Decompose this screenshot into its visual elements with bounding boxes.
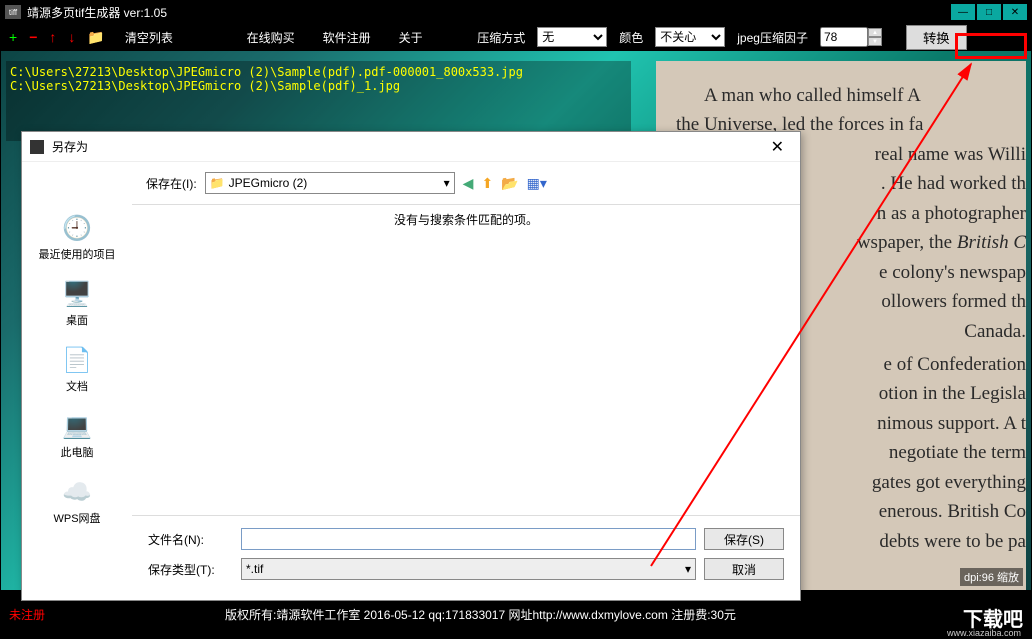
move-down-icon[interactable]: ↓: [68, 29, 75, 45]
compression-select[interactable]: 无: [537, 27, 607, 47]
unregistered-label: 未注册: [9, 606, 45, 623]
file-list-item[interactable]: C:\Users\27213\Desktop\JPEGmicro (2)\Sam…: [10, 79, 627, 93]
folder-icon: 📁: [210, 176, 225, 190]
save-button[interactable]: 保存(S): [704, 528, 784, 550]
no-match-message: 没有与搜索条件匹配的项。: [394, 213, 538, 227]
minimize-button[interactable]: —: [951, 4, 975, 20]
dialog-close-button[interactable]: ✕: [763, 137, 792, 157]
recent-items-icon: 🕘: [61, 212, 93, 244]
sidebar-item-this-pc[interactable]: 💻 此电脑: [61, 410, 94, 460]
window-close-button[interactable]: ✕: [1003, 4, 1027, 20]
toolbar: + − ↑ ↓ 📁 清空列表 在线购买 软件注册 关于 压缩方式 无 颜色 不关…: [1, 23, 1031, 51]
watermark-url: www.xiazaiba.com: [947, 628, 1021, 638]
compression-label: 压缩方式: [477, 29, 525, 46]
sidebar-item-documents[interactable]: 📄 文档: [61, 344, 93, 394]
maximize-button[interactable]: □: [977, 4, 1001, 20]
chevron-down-icon: ▾: [444, 176, 450, 190]
sidebar-item-desktop[interactable]: 🖥️ 桌面: [61, 278, 93, 328]
buy-online-link[interactable]: 在线购买: [247, 29, 295, 46]
clear-list-link[interactable]: 清空列表: [125, 29, 173, 46]
save-in-select[interactable]: 📁 JPEGmicro (2) ▾: [205, 172, 455, 194]
file-list-area: 没有与搜索条件匹配的项。: [132, 204, 800, 516]
add-icon[interactable]: +: [9, 29, 17, 45]
sidebar-item-recent[interactable]: 🕘 最近使用的项目: [39, 212, 116, 262]
folder-icon[interactable]: 📁: [87, 29, 104, 46]
new-folder-icon[interactable]: 📂: [501, 175, 518, 192]
dialog-title: 另存为: [52, 138, 763, 155]
app-title: 靖源多页tif生成器 ver:1.05: [27, 4, 951, 21]
color-label: 颜色: [619, 29, 643, 46]
dialog-titlebar: 另存为 ✕: [22, 132, 800, 162]
save-in-value: JPEGmicro (2): [229, 176, 308, 190]
file-list-panel: C:\Users\27213\Desktop\JPEGmicro (2)\Sam…: [6, 61, 631, 141]
save-in-label: 保存在(I):: [146, 175, 197, 192]
save-as-dialog: 另存为 ✕ 保存在(I): 📁 JPEGmicro (2) ▾ ◀ ⬆ 📂 ▦▾: [21, 131, 801, 601]
register-link[interactable]: 软件注册: [323, 29, 371, 46]
filename-label: 文件名(N):: [148, 531, 233, 548]
sidebar-item-wps[interactable]: ☁️ WPS网盘: [53, 476, 100, 526]
dpi-info: dpi:96 缩放: [960, 568, 1023, 586]
app-icon: tiff: [5, 5, 21, 19]
convert-button[interactable]: 转换: [906, 25, 967, 50]
documents-icon: 📄: [61, 344, 93, 376]
preview-line: A man who called himself A: [676, 81, 1026, 110]
jpeg-up-button[interactable]: ▲: [868, 28, 882, 37]
this-pc-icon: 💻: [61, 410, 93, 442]
file-list-item[interactable]: C:\Users\27213\Desktop\JPEGmicro (2)\Sam…: [10, 65, 627, 79]
jpeg-label: jpeg压缩因子: [737, 29, 808, 46]
about-link[interactable]: 关于: [399, 29, 423, 46]
wps-cloud-icon: ☁️: [61, 476, 93, 508]
view-menu-icon[interactable]: ▦▾: [527, 175, 547, 192]
jpeg-factor-input[interactable]: [820, 27, 868, 47]
back-icon[interactable]: ◀: [463, 175, 474, 192]
filetype-select[interactable]: *.tif ▾: [241, 558, 696, 580]
filetype-label: 保存类型(T):: [148, 561, 233, 578]
jpeg-down-button[interactable]: ▼: [868, 37, 882, 46]
cancel-button[interactable]: 取消: [704, 558, 784, 580]
desktop-icon: 🖥️: [61, 278, 93, 310]
up-level-icon[interactable]: ⬆: [481, 175, 493, 192]
dialog-icon: [30, 140, 44, 154]
color-select[interactable]: 不关心: [655, 27, 725, 47]
titlebar: tiff 靖源多页tif生成器 ver:1.05 — □ ✕: [1, 1, 1031, 23]
chevron-down-icon: ▾: [685, 562, 691, 576]
move-up-icon[interactable]: ↑: [49, 29, 56, 45]
filename-input[interactable]: [241, 528, 696, 550]
copyright-label: 版权所有:靖源软件工作室 2016-05-12 qq:171833017 网址h…: [225, 606, 736, 623]
dialog-sidebar: 🕘 最近使用的项目 🖥️ 桌面 📄 文档 💻 此电脑 ☁️ WPS网: [22, 204, 132, 600]
remove-icon[interactable]: −: [29, 29, 37, 45]
